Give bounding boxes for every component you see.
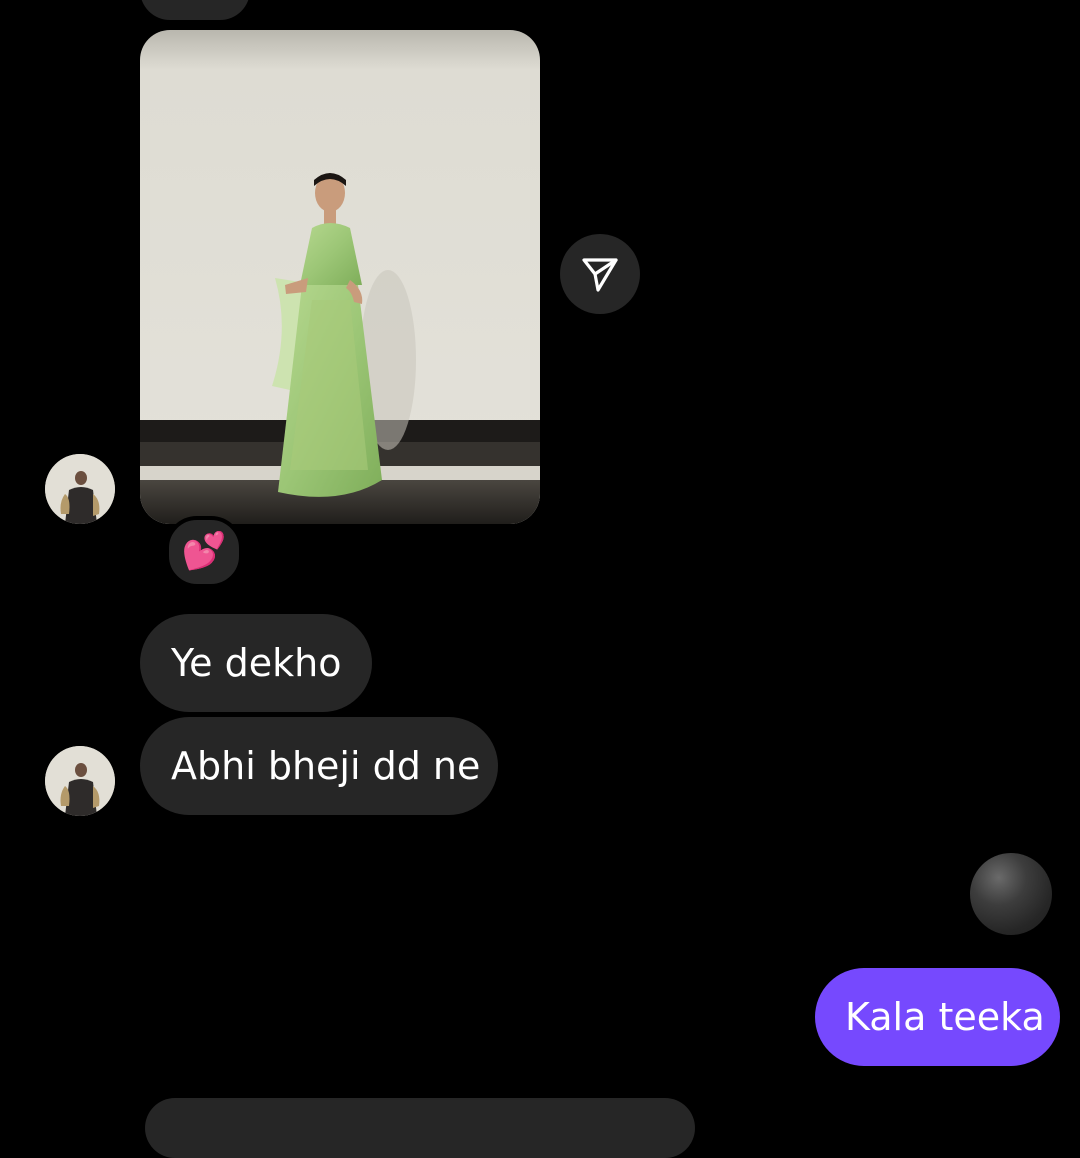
message-text: Kala teeka bbox=[845, 995, 1045, 1039]
photo-image bbox=[140, 30, 540, 524]
share-button[interactable] bbox=[560, 234, 640, 314]
paper-plane-icon bbox=[582, 258, 618, 292]
typing-indicator bbox=[970, 853, 1052, 935]
message-text: Ye dekho bbox=[171, 641, 342, 685]
contact-avatar[interactable] bbox=[45, 454, 115, 524]
message-text: Abhi bheji dd ne bbox=[171, 744, 481, 788]
message-bubble-incoming[interactable]: Abhi bheji dd ne bbox=[140, 717, 498, 815]
message-bubble-partial-top bbox=[140, 0, 250, 20]
message-bubble-partial-bottom bbox=[145, 1098, 695, 1158]
message-bubble-outgoing[interactable]: Kala teeka bbox=[815, 968, 1060, 1066]
avatar-image bbox=[45, 454, 115, 524]
contact-avatar[interactable] bbox=[45, 746, 115, 816]
message-bubble-incoming[interactable]: Ye dekho bbox=[140, 614, 372, 712]
two-hearts-emoji: 💕 bbox=[181, 531, 227, 572]
avatar-image bbox=[45, 746, 115, 816]
shared-photo[interactable] bbox=[140, 30, 540, 524]
reaction-badge[interactable]: 💕 bbox=[165, 516, 243, 588]
